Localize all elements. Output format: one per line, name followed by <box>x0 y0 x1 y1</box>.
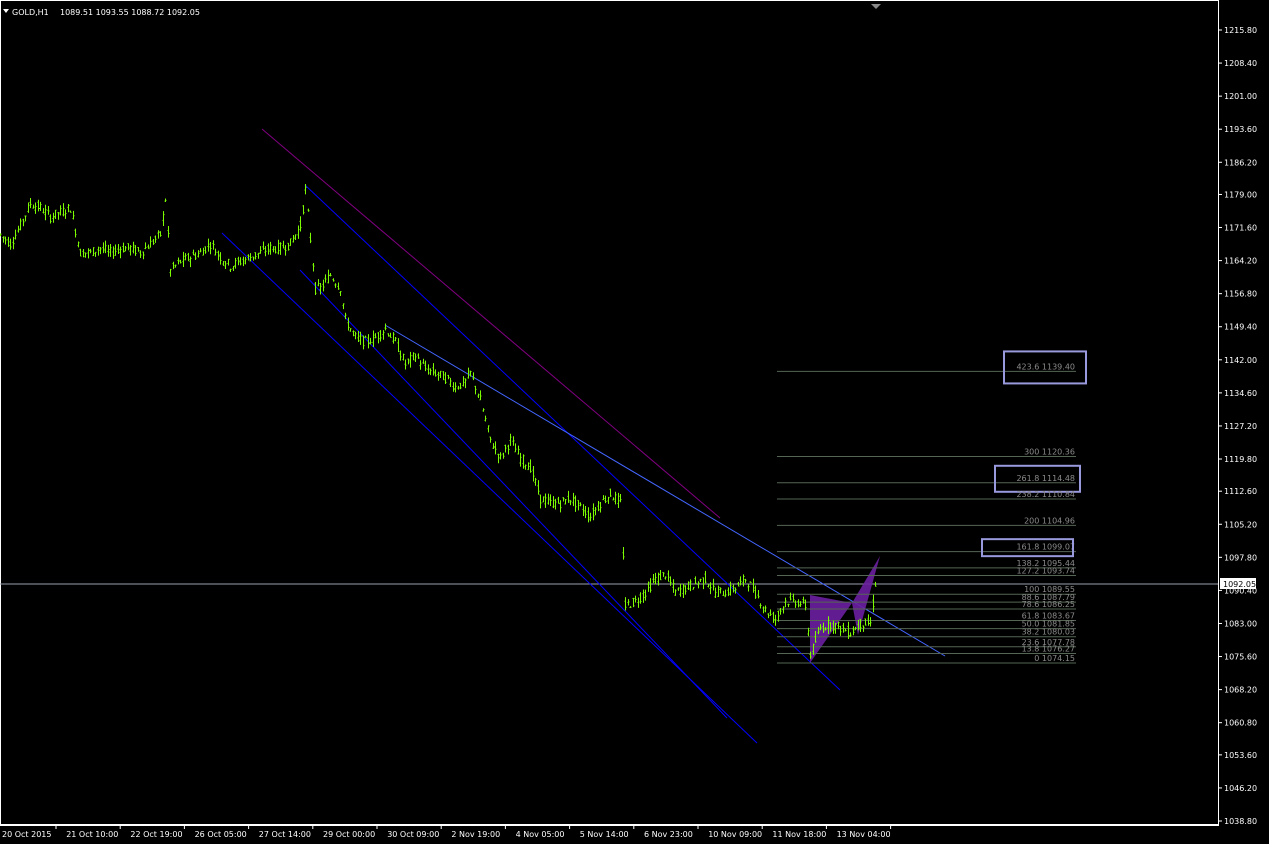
trend-channel[interactable] <box>221 128 946 744</box>
fib-level-label: 261.8 1114.48 <box>1016 474 1075 483</box>
chart-header: GOLD,H1 1089.51 1093.55 1088.72 1092.05 <box>3 8 200 17</box>
candlestick-series <box>0 184 877 659</box>
time-tick-label: 27 Oct 14:00 <box>259 830 311 839</box>
price-tick-label: 1105.20 <box>1224 520 1257 529</box>
symbol-label: GOLD,H1 <box>12 8 49 17</box>
price-tick-label: 1156.80 <box>1224 290 1257 299</box>
price-tick-label: 1208.40 <box>1224 59 1257 68</box>
price-tick-label: 1038.80 <box>1224 817 1257 826</box>
ohlc-values: 1089.51 1093.55 1088.72 1092.05 <box>60 8 200 17</box>
price-tick-label: 1179.00 <box>1224 190 1257 199</box>
price-tick-label: 1149.40 <box>1224 323 1257 332</box>
time-tick-label: 4 Nov 05:00 <box>516 830 565 839</box>
price-axis: 1215.80 1208.40 1201.00 1193.60 1186.20 1179.… <box>1218 26 1257 826</box>
price-tick-label: 1215.80 <box>1224 26 1257 35</box>
current-price-text: 1092.05 <box>1223 580 1256 589</box>
price-tick-label: 1186.20 <box>1224 158 1257 167</box>
fib-level-label: 200 1104.96 <box>1024 516 1075 525</box>
channel-lower-line[interactable] <box>221 232 758 744</box>
price-tick-label: 1127.20 <box>1224 422 1257 431</box>
time-tick-label: 6 Nov 23:00 <box>644 830 693 839</box>
fib-level-label: 161.8 1099.07 <box>1016 543 1075 552</box>
channel-upper-line[interactable] <box>304 184 841 691</box>
dropdown-triangle-icon[interactable] <box>3 9 9 13</box>
time-tick-label: 5 Nov 14:00 <box>580 830 629 839</box>
price-tick-label: 1068.20 <box>1224 686 1257 695</box>
price-tick-label: 1171.60 <box>1224 224 1257 233</box>
fib-level-label: 38.2 1080.03 <box>1022 628 1075 637</box>
price-tick-label: 1046.20 <box>1224 784 1257 793</box>
price-tick-label: 1083.00 <box>1224 619 1257 628</box>
price-tick-label: 1193.60 <box>1224 125 1257 134</box>
price-tick-label: 1097.80 <box>1224 553 1257 562</box>
chart-shift-marker-icon[interactable] <box>871 4 881 9</box>
channel-mid-line[interactable] <box>299 269 728 719</box>
purple-trendline[interactable] <box>261 128 721 519</box>
price-tick-label: 1053.60 <box>1224 751 1257 760</box>
time-tick-label: 10 Nov 09:00 <box>708 830 762 839</box>
price-tick-label: 1164.20 <box>1224 257 1257 266</box>
time-tick-label: 21 Oct 10:00 <box>66 830 118 839</box>
plot-frame <box>0 0 1219 825</box>
fib-level-label: 238.2 1110.84 <box>1016 490 1075 499</box>
current-price-marker: 1092.05 <box>1220 578 1256 589</box>
time-tick-label: 22 Oct 19:00 <box>130 830 182 839</box>
time-axis: 20 Oct 2015 21 Oct 10:00 22 Oct 19:00 26 Oc… <box>2 825 892 839</box>
price-tick-label: 1134.60 <box>1224 389 1257 398</box>
price-chart[interactable]: GOLD,H1 1089.51 1093.55 1088.72 1092.05 … <box>0 0 1269 844</box>
fib-level-label: 423.6 1139.40 <box>1016 362 1075 371</box>
fib-level-label: 127.2 1093.74 <box>1016 566 1075 575</box>
time-tick-label: 30 Oct 09:00 <box>387 830 439 839</box>
time-tick-label: 2 Nov 19:00 <box>451 830 500 839</box>
fib-level-label: 0 1074.15 <box>1034 654 1075 663</box>
price-tick-label: 1201.00 <box>1224 92 1257 101</box>
time-tick-label: 20 Oct 2015 <box>2 830 51 839</box>
price-tick-label: 1142.00 <box>1224 356 1257 365</box>
time-tick-label: 29 Oct 00:00 <box>323 830 375 839</box>
time-tick-label: 26 Oct 05:00 <box>195 830 247 839</box>
price-tick-label: 1119.80 <box>1224 455 1257 464</box>
price-tick-label: 1112.60 <box>1224 487 1257 496</box>
fib-level-label: 13.8 1076.27 <box>1022 645 1075 654</box>
time-tick-label: 11 Nov 18:00 <box>772 830 826 839</box>
fib-level-label: 300 1120.36 <box>1024 448 1075 457</box>
fib-level-label: 78.6 1086.25 <box>1022 600 1075 609</box>
price-tick-label: 1075.60 <box>1224 653 1257 662</box>
price-tick-label: 1060.80 <box>1224 719 1257 728</box>
time-tick-label: 13 Nov 04:00 <box>837 830 891 839</box>
